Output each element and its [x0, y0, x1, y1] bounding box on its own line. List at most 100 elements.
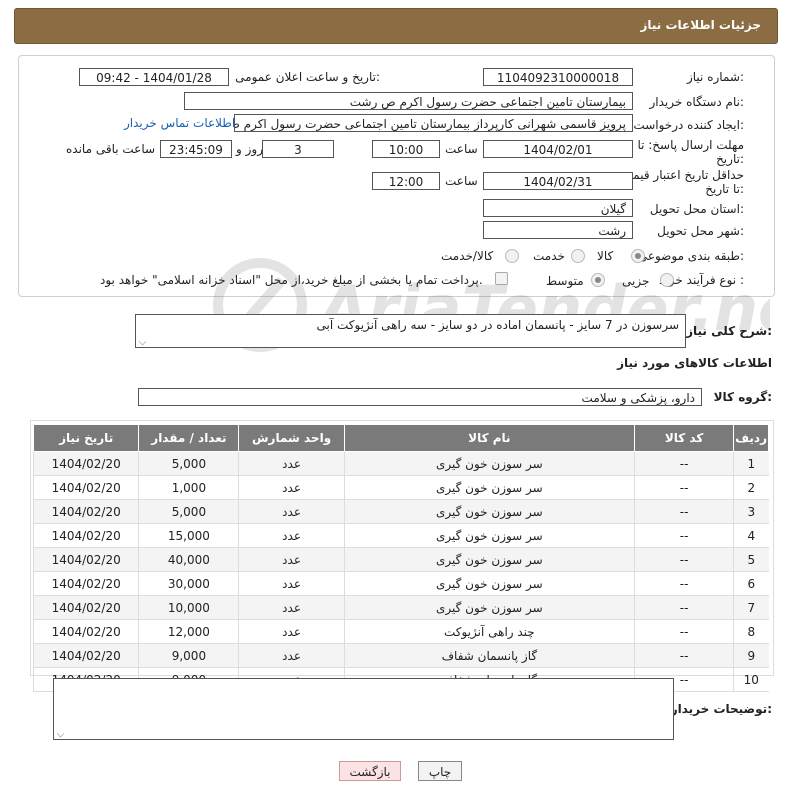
table-row: 8 -- چند راهی آنژیوکت عدد 12,000 1404/02… [32, 619, 769, 644]
process-option-medium: متوسط [546, 274, 584, 288]
cell-code: -- [634, 523, 734, 548]
cell-quantity: 1,000 [138, 475, 239, 500]
cell-row-number: 5 [733, 547, 769, 572]
price-validity-time-field: 12:00 [372, 172, 440, 190]
cell-date: 1404/02/20 [32, 475, 139, 500]
cell-date: 1404/02/20 [32, 499, 139, 524]
price-validity-label: حداقل تاریخ اعتبار قیمت: تا تاریخ: [617, 168, 744, 196]
price-validity-date-field: 1404/02/31 [483, 172, 633, 190]
cell-name: سر سوزن خون گیری [343, 523, 635, 548]
table-row: 2 -- سر سوزن خون گیری عدد 1,000 1404/02/… [32, 475, 769, 500]
table-row: 5 -- سر سوزن خون گیری عدد 40,000 1404/02… [32, 547, 769, 572]
cell-code: -- [634, 451, 734, 476]
requester-label: ایجاد کننده درخواست: [633, 118, 744, 132]
cell-row-number: 8 [733, 619, 769, 644]
goods-group-label: گروه کالا: [713, 390, 772, 404]
price-validity-time-label: ساعت [445, 174, 478, 188]
cell-code: -- [634, 571, 734, 596]
cell-quantity: 15,000 [138, 523, 239, 548]
cell-unit: عدد [238, 451, 345, 476]
process-radio-medium[interactable] [591, 273, 605, 287]
buyer-org-field: بیمارستان تامین اجتماعی حضرت رسول اکرم ص… [184, 92, 633, 110]
cell-quantity: 40,000 [138, 547, 239, 572]
cell-quantity: 5,000 [138, 499, 239, 524]
category-radio-service[interactable] [571, 249, 585, 263]
cell-row-number: 10 [733, 667, 769, 692]
goods-group-field: دارو، پزشکی و سلامت [138, 388, 702, 406]
deadline-time-label: ساعت [445, 142, 478, 156]
cell-date: 1404/02/20 [32, 523, 139, 548]
days-label: روز و [236, 142, 263, 156]
table-row: 4 -- سر سوزن خون گیری عدد 15,000 1404/02… [32, 523, 769, 548]
treasury-payment-checkbox[interactable] [495, 272, 508, 285]
announce-datetime-label: تاریخ و ساعت اعلان عمومی: [235, 70, 380, 84]
category-label: طبقه بندی موضوعی: [637, 249, 744, 263]
cell-unit: عدد [238, 571, 345, 596]
cell-name: سر سوزن خون گیری [343, 547, 635, 572]
category-radio-goods-service[interactable] [505, 249, 519, 263]
description-textarea[interactable]: سرسوزن در 7 سایز - پانسمان اماده در دو س… [135, 314, 686, 348]
col-header-name: نام کالا [343, 424, 636, 452]
table-row: 1 -- سر سوزن خون گیری عدد 5,000 1404/02/… [32, 451, 769, 476]
remaining-time-label: ساعت باقی مانده [66, 142, 156, 156]
deadline-date-field: 1404/02/01 [483, 140, 633, 158]
requester-field: پرویز قاسمی شهرانی کارپرداز بیمارستان تا… [234, 114, 633, 132]
category-option-service: خدمت [533, 249, 565, 263]
cell-row-number: 7 [733, 595, 769, 620]
cell-quantity: 10,000 [138, 595, 239, 620]
province-label: استان محل تحویل: [649, 202, 744, 216]
buyer-org-label: نام دستگاه خریدار: [649, 95, 745, 109]
page-header: جزئیات اطلاعات نیاز [14, 8, 778, 44]
col-header-row: ردیف [733, 424, 769, 452]
need-number-field: 1104092310000018 [483, 68, 633, 86]
process-radio-minor[interactable] [660, 273, 674, 287]
cell-code: -- [634, 547, 734, 572]
category-radio-goods[interactable] [631, 249, 645, 263]
cell-date: 1404/02/20 [32, 643, 139, 668]
days-remaining-field: 3 [262, 140, 334, 158]
buyer-notes-label: توضیحات خریدار: [670, 702, 772, 716]
cell-unit: عدد [238, 523, 345, 548]
col-header-quantity: تعداد / مقدار [138, 424, 240, 452]
cell-name: سر سوزن خون گیری [343, 475, 635, 500]
cell-name: سر سوزن خون گیری [343, 451, 635, 476]
cell-row-number: 3 [733, 499, 769, 524]
category-option-goods: کالا [597, 249, 614, 263]
cell-quantity: 30,000 [138, 571, 239, 596]
city-label: شهر محل تحویل: [657, 224, 744, 238]
city-field: رشت [483, 221, 633, 239]
need-number-label: شماره نیاز: [686, 70, 744, 84]
cell-unit: عدد [238, 499, 345, 524]
cell-quantity: 5,000 [138, 451, 239, 476]
cell-code: -- [634, 643, 734, 668]
province-field: گیلان [483, 199, 633, 217]
buyer-notes-textarea[interactable] [53, 678, 674, 740]
cell-quantity: 9,000 [138, 643, 239, 668]
cell-unit: عدد [238, 619, 345, 644]
cell-date: 1404/02/20 [32, 595, 139, 620]
cell-row-number: 4 [733, 523, 769, 548]
deadline-time-field: 10:00 [372, 140, 440, 158]
back-button[interactable]: بازگشت [339, 761, 401, 781]
cell-date: 1404/02/20 [32, 451, 139, 476]
print-button[interactable]: چاپ [418, 761, 462, 781]
cell-code: -- [634, 499, 734, 524]
category-option-goods-service: کالا/خدمت [441, 249, 494, 263]
cell-date: 1404/02/20 [32, 619, 139, 644]
cell-name: چند راهی آنژیوکت [343, 619, 635, 644]
col-header-date: تاریخ نیاز [32, 424, 140, 452]
cell-unit: عدد [238, 547, 345, 572]
cell-unit: عدد [238, 643, 345, 668]
announce-datetime-field: 1404/01/28 - 09:42 [79, 68, 229, 86]
table-row: 7 -- سر سوزن خون گیری عدد 10,000 1404/02… [32, 595, 769, 620]
table-row: 6 -- سر سوزن خون گیری عدد 30,000 1404/02… [32, 571, 769, 596]
cell-date: 1404/02/20 [32, 571, 139, 596]
goods-section-title: اطلاعات کالاهای مورد نیاز [617, 356, 772, 370]
cell-row-number: 1 [733, 451, 769, 476]
cell-row-number: 2 [733, 475, 769, 500]
buyer-contact-link[interactable]: اطلاعات تماس خریدار [124, 116, 235, 130]
cell-row-number: 6 [733, 571, 769, 596]
cell-code: -- [634, 595, 734, 620]
cell-code: -- [634, 475, 734, 500]
remaining-time-field: 23:45:09 [160, 140, 232, 158]
